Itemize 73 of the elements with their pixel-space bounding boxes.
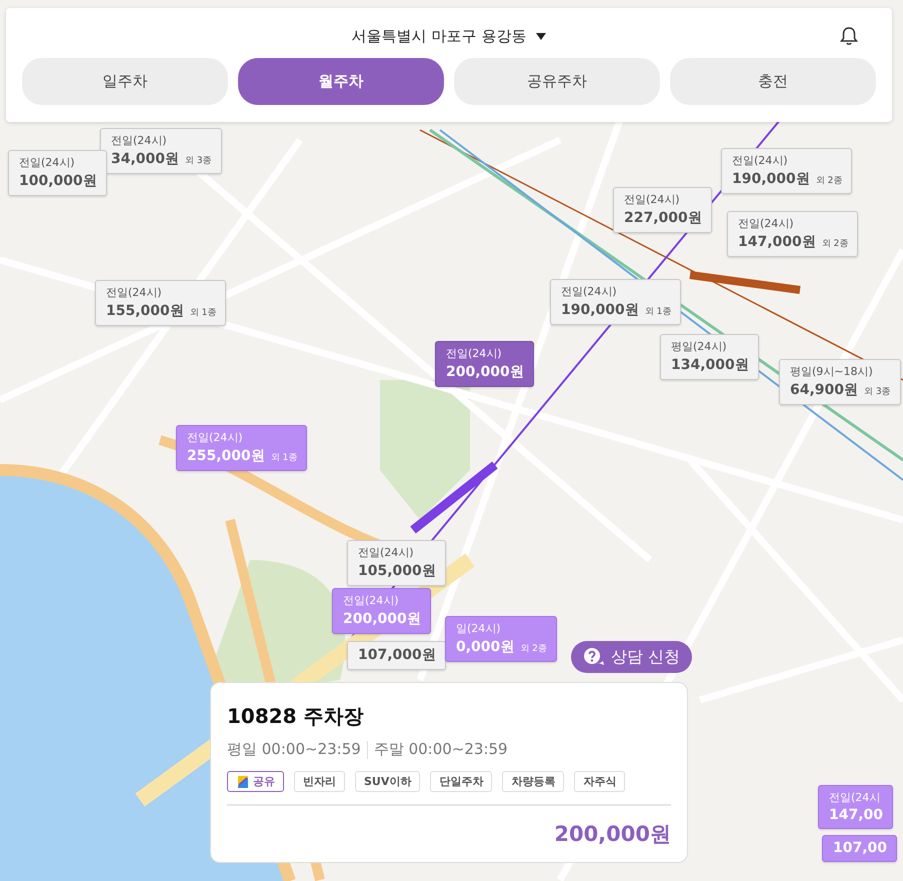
price-marker[interactable]: 전일(24시) 147,000원 외 2종 [727, 211, 858, 257]
marker-price: 200,000원 [343, 610, 421, 628]
price-marker[interactable]: 전일(24시) 100,000원 [8, 150, 107, 196]
marker-price: 105,000원 [358, 562, 436, 580]
price-marker[interactable]: 전일(24시) 155,000원 외 1종 [95, 280, 226, 326]
price-marker[interactable]: 전일(24시) 227,000원 [613, 187, 712, 233]
marker-extra: 외 1종 [644, 306, 672, 318]
marker-extra: 외 2종 [822, 238, 848, 250]
price-marker[interactable]: 전일(24시) 34,000원 외 3종 [100, 128, 222, 174]
marker-price: 134,000원 [671, 356, 749, 374]
caret-icon [536, 32, 546, 40]
price-marker[interactable]: 평일(24시) 134,000원 [660, 334, 759, 380]
marker-label: 전일(24시) [358, 545, 415, 560]
tab[interactable]: 일주차 [22, 58, 228, 105]
feature-tag: 자주식 [574, 771, 626, 792]
marker-label: 전일(24시) [732, 153, 789, 168]
marker-price: 190,000원 [561, 301, 639, 319]
marker-price: 100,000원 [19, 172, 97, 190]
price-marker[interactable]: 전일(24시) 190,000원 외 2종 [721, 148, 852, 194]
marker-label: 전일(24시) [19, 155, 76, 170]
marker-label: 평일(9시~18시) [790, 364, 874, 379]
marker-extra: 외 2종 [520, 643, 547, 655]
marker-extra: 외 2종 [816, 175, 842, 187]
marker-label: 일(24시) [456, 621, 502, 636]
marker-price: 64,900원 [790, 381, 858, 399]
marker-price: 227,000원 [624, 209, 702, 227]
z-logo-icon [236, 774, 250, 788]
marker-price: 155,000원 [106, 302, 184, 320]
marker-label: 전일(24시) [343, 593, 400, 608]
marker-label: 전일(24시) [446, 346, 503, 361]
marker-price: 255,000원 [187, 447, 265, 465]
feature-tag: SUV이하 [355, 771, 420, 792]
price-marker[interactable]: 107,000원 [347, 641, 446, 670]
consult-button[interactable]: 상담 신청 [571, 641, 692, 673]
marker-extra: 외 1종 [190, 307, 216, 319]
marker-price: 107,000원 [358, 646, 436, 664]
price-marker[interactable]: 전일(24시) 105,000원 [347, 540, 446, 586]
marker-label: 전일(24시) [624, 192, 681, 207]
marker-price: 0,000원 [456, 638, 514, 656]
price-marker[interactable]: 전일(24시) 200,000원 [435, 341, 534, 387]
feature-tag: 빈자리 [294, 771, 345, 792]
marker-label: 전일(24시 [829, 790, 882, 805]
bell-icon[interactable] [840, 26, 858, 46]
location-selector[interactable]: 서울특별시 마포구 용강동 [352, 26, 546, 46]
marker-price: 107,00 [833, 840, 888, 856]
feature-tag: 공유 [227, 771, 284, 792]
marker-label: 전일(24시) [106, 285, 163, 300]
marker-price: 34,000원 [111, 150, 180, 168]
feature-tag: 단일주차 [430, 771, 492, 792]
marker-extra: 외 3종 [864, 386, 891, 398]
weekend-hours: 주말 00:00~23:59 [374, 740, 508, 759]
tab[interactable]: 공유주차 [454, 58, 660, 105]
tab[interactable]: 충전 [670, 58, 876, 105]
question-chat-icon [583, 647, 605, 667]
marker-label: 평일(24시) [671, 339, 728, 354]
weekday-hours: 평일 00:00~23:59 [227, 740, 361, 759]
marker-extra: 외 1종 [270, 452, 298, 464]
marker-label: 전일(24시) [187, 430, 244, 445]
monthly-price: 200,000원 [554, 821, 671, 848]
marker-price: 147,00 [829, 807, 884, 823]
marker-price: 147,000원 [738, 233, 816, 251]
marker-label: 전일(24시) [111, 133, 168, 148]
marker-label: 전일(24시) [738, 216, 795, 231]
marker-extra: 외 3종 [185, 155, 212, 167]
marker-label: 전일(24시) [561, 284, 618, 299]
marker-price: 190,000원 [732, 170, 810, 188]
parking-card[interactable]: 10828 주차장 평일 00:00~23:59 주말 00:00~23:59 공유 빈자리 SUV이하 단일주차 차량등록 자주식 200,000원 [210, 682, 688, 863]
tab[interactable]: 월주차 [238, 58, 444, 105]
feature-tag: 차량등록 [502, 771, 564, 792]
price-marker[interactable]: 전일(24시) 190,000원 외 1종 [550, 279, 682, 325]
price-marker[interactable]: 평일(9시~18시) 64,900원 외 3종 [779, 359, 901, 405]
marker-price: 200,000원 [446, 363, 524, 381]
parking-title: 10828 주차장 [227, 703, 365, 730]
